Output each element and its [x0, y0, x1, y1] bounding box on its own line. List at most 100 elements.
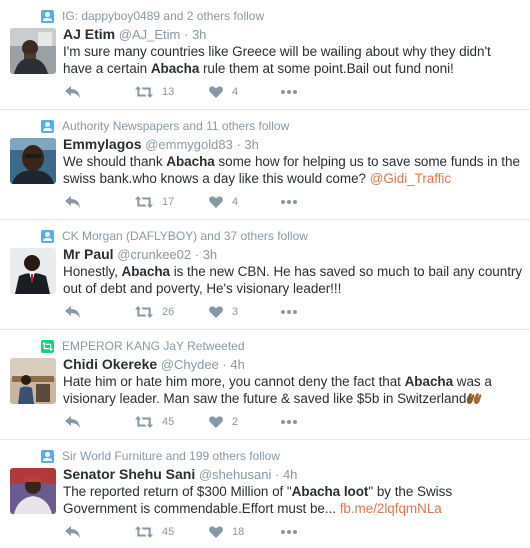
reply-button[interactable] — [65, 194, 81, 210]
retweet-button[interactable]: 45 — [135, 414, 174, 430]
mention-link[interactable]: @Gidi_Traffic — [370, 171, 451, 186]
tweet-actions: 45 18 — [63, 524, 523, 542]
highlight-keyword: Abacha — [121, 264, 171, 279]
reply-icon — [65, 196, 80, 208]
avatar[interactable] — [10, 28, 56, 74]
reply-icon — [65, 306, 80, 318]
more-button[interactable] — [281, 524, 297, 540]
username[interactable]: @crunkee02 — [117, 247, 191, 262]
social-context[interactable]: CK Morgan (DAFLYBOY) and 37 others follo… — [41, 228, 308, 244]
social-context[interactable]: Authority Newspapers and 11 others follo… — [41, 118, 289, 134]
context-text[interactable]: IG: dappyboy0489 and 2 others follow — [62, 9, 264, 23]
heart-icon — [209, 306, 223, 318]
tweet-header: Mr Paul @crunkee02 · 3h — [63, 246, 523, 263]
follow-icon — [41, 119, 54, 133]
separator-dot: · — [274, 467, 280, 482]
like-count: 3 — [232, 306, 239, 318]
follow-icon — [41, 9, 54, 23]
more-icon — [281, 420, 297, 424]
tweet-header: Emmylagos @emmygold83 · 3h — [63, 136, 523, 153]
tweet-header: Senator Shehu Sani @shehusani · 4h — [63, 466, 523, 483]
avatar[interactable] — [10, 468, 56, 514]
username[interactable]: @Chydee — [161, 357, 219, 372]
display-name[interactable]: AJ Etim — [63, 26, 115, 42]
reply-button[interactable] — [65, 304, 81, 320]
highlight-keyword: Abacha — [166, 154, 215, 169]
more-button[interactable] — [281, 194, 297, 210]
reply-button[interactable] — [65, 414, 81, 430]
like-button[interactable]: 4 — [209, 194, 238, 210]
like-button[interactable]: 18 — [209, 524, 244, 540]
tweet-text: The reported return of $300 Million of "… — [63, 483, 523, 517]
retweet-button[interactable]: 45 — [135, 524, 174, 540]
heart-icon — [209, 86, 223, 98]
like-button[interactable]: 3 — [209, 304, 238, 320]
social-context[interactable]: EMPEROR KANG JaY Retweeted — [41, 338, 245, 354]
retweet-count: 45 — [162, 416, 175, 428]
external-link[interactable]: fb.me/2lqfqmNLa — [340, 501, 442, 516]
display-name[interactable]: Emmylagos — [63, 136, 142, 152]
tweet[interactable]: CK Morgan (DAFLYBOY) and 37 others follo… — [0, 220, 530, 330]
tweet-text: I'm sure many countries like Greece will… — [63, 43, 523, 77]
tweet[interactable]: IG: dappyboy0489 and 2 others follow AJ … — [0, 0, 530, 110]
retweet-button[interactable]: 17 — [135, 194, 174, 210]
tweet[interactable]: EMPEROR KANG JaY Retweeted Chidi Okereke… — [0, 330, 530, 440]
tweet[interactable]: Authority Newspapers and 11 others follo… — [0, 110, 530, 220]
timestamp[interactable]: 3h — [192, 27, 206, 42]
separator-dot: · — [194, 247, 200, 262]
username[interactable]: @AJ_Etim — [119, 27, 181, 42]
tweet-actions: 45 2 — [63, 414, 523, 432]
username[interactable]: @shehusani — [199, 467, 271, 482]
heart-icon — [209, 526, 223, 538]
retweet-count: 26 — [162, 306, 175, 318]
more-button[interactable] — [281, 414, 297, 430]
context-text[interactable]: EMPEROR KANG JaY Retweeted — [62, 339, 245, 353]
heart-icon — [209, 416, 223, 428]
context-text[interactable]: Sir World Furniture and 199 others follo… — [62, 449, 280, 463]
reply-button[interactable] — [65, 524, 81, 540]
avatar[interactable] — [10, 138, 56, 184]
timestamp[interactable]: 4h — [230, 357, 244, 372]
tweet-actions: 13 4 — [63, 84, 523, 102]
timestamp[interactable]: 3h — [203, 247, 217, 262]
avatar[interactable] — [10, 358, 56, 404]
timestamp[interactable]: 3h — [244, 137, 258, 152]
timeline: IG: dappyboy0489 and 2 others follow AJ … — [0, 0, 530, 548]
like-count: 2 — [232, 416, 239, 428]
display-name[interactable]: Mr Paul — [63, 246, 114, 262]
more-icon — [281, 200, 297, 204]
separator-dot: · — [222, 357, 227, 372]
context-text[interactable]: Authority Newspapers and 11 others follo… — [62, 119, 289, 133]
text-segment: We should thank — [63, 154, 167, 169]
text-segment: The reported return of $300 Million of " — [63, 484, 292, 499]
separator-dot: · — [236, 137, 241, 152]
social-context[interactable]: IG: dappyboy0489 and 2 others follow — [41, 8, 264, 24]
heart-icon — [209, 196, 223, 208]
social-context[interactable]: Sir World Furniture and 199 others follo… — [41, 448, 280, 464]
retweet-context-icon — [41, 339, 54, 353]
username[interactable]: @emmygold83 — [145, 137, 233, 152]
more-button[interactable] — [281, 84, 297, 100]
reply-button[interactable] — [65, 84, 81, 100]
tweet-actions: 26 3 — [63, 304, 523, 322]
more-icon — [281, 310, 297, 314]
tweet[interactable]: Sir World Furniture and 199 others follo… — [0, 440, 530, 548]
like-button[interactable]: 2 — [209, 414, 238, 430]
tweet-actions: 17 4 — [63, 194, 523, 212]
text-segment: Honestly, — [63, 264, 122, 279]
retweet-icon — [135, 86, 153, 98]
retweet-icon — [135, 526, 153, 538]
display-name[interactable]: Chidi Okereke — [63, 356, 157, 372]
timestamp[interactable]: 4h — [283, 467, 297, 482]
reply-icon — [65, 526, 80, 538]
more-button[interactable] — [281, 304, 297, 320]
retweet-button[interactable]: 26 — [135, 304, 174, 320]
text-segment: rule them at some point.Bail out fund no… — [199, 61, 454, 76]
follow-icon — [41, 229, 54, 243]
avatar[interactable] — [10, 248, 56, 294]
context-text[interactable]: CK Morgan (DAFLYBOY) and 37 others follo… — [62, 229, 308, 243]
display-name[interactable]: Senator Shehu Sani — [63, 466, 195, 482]
like-count: 18 — [232, 526, 245, 538]
like-button[interactable]: 4 — [209, 84, 238, 100]
retweet-button[interactable]: 13 — [135, 84, 174, 100]
